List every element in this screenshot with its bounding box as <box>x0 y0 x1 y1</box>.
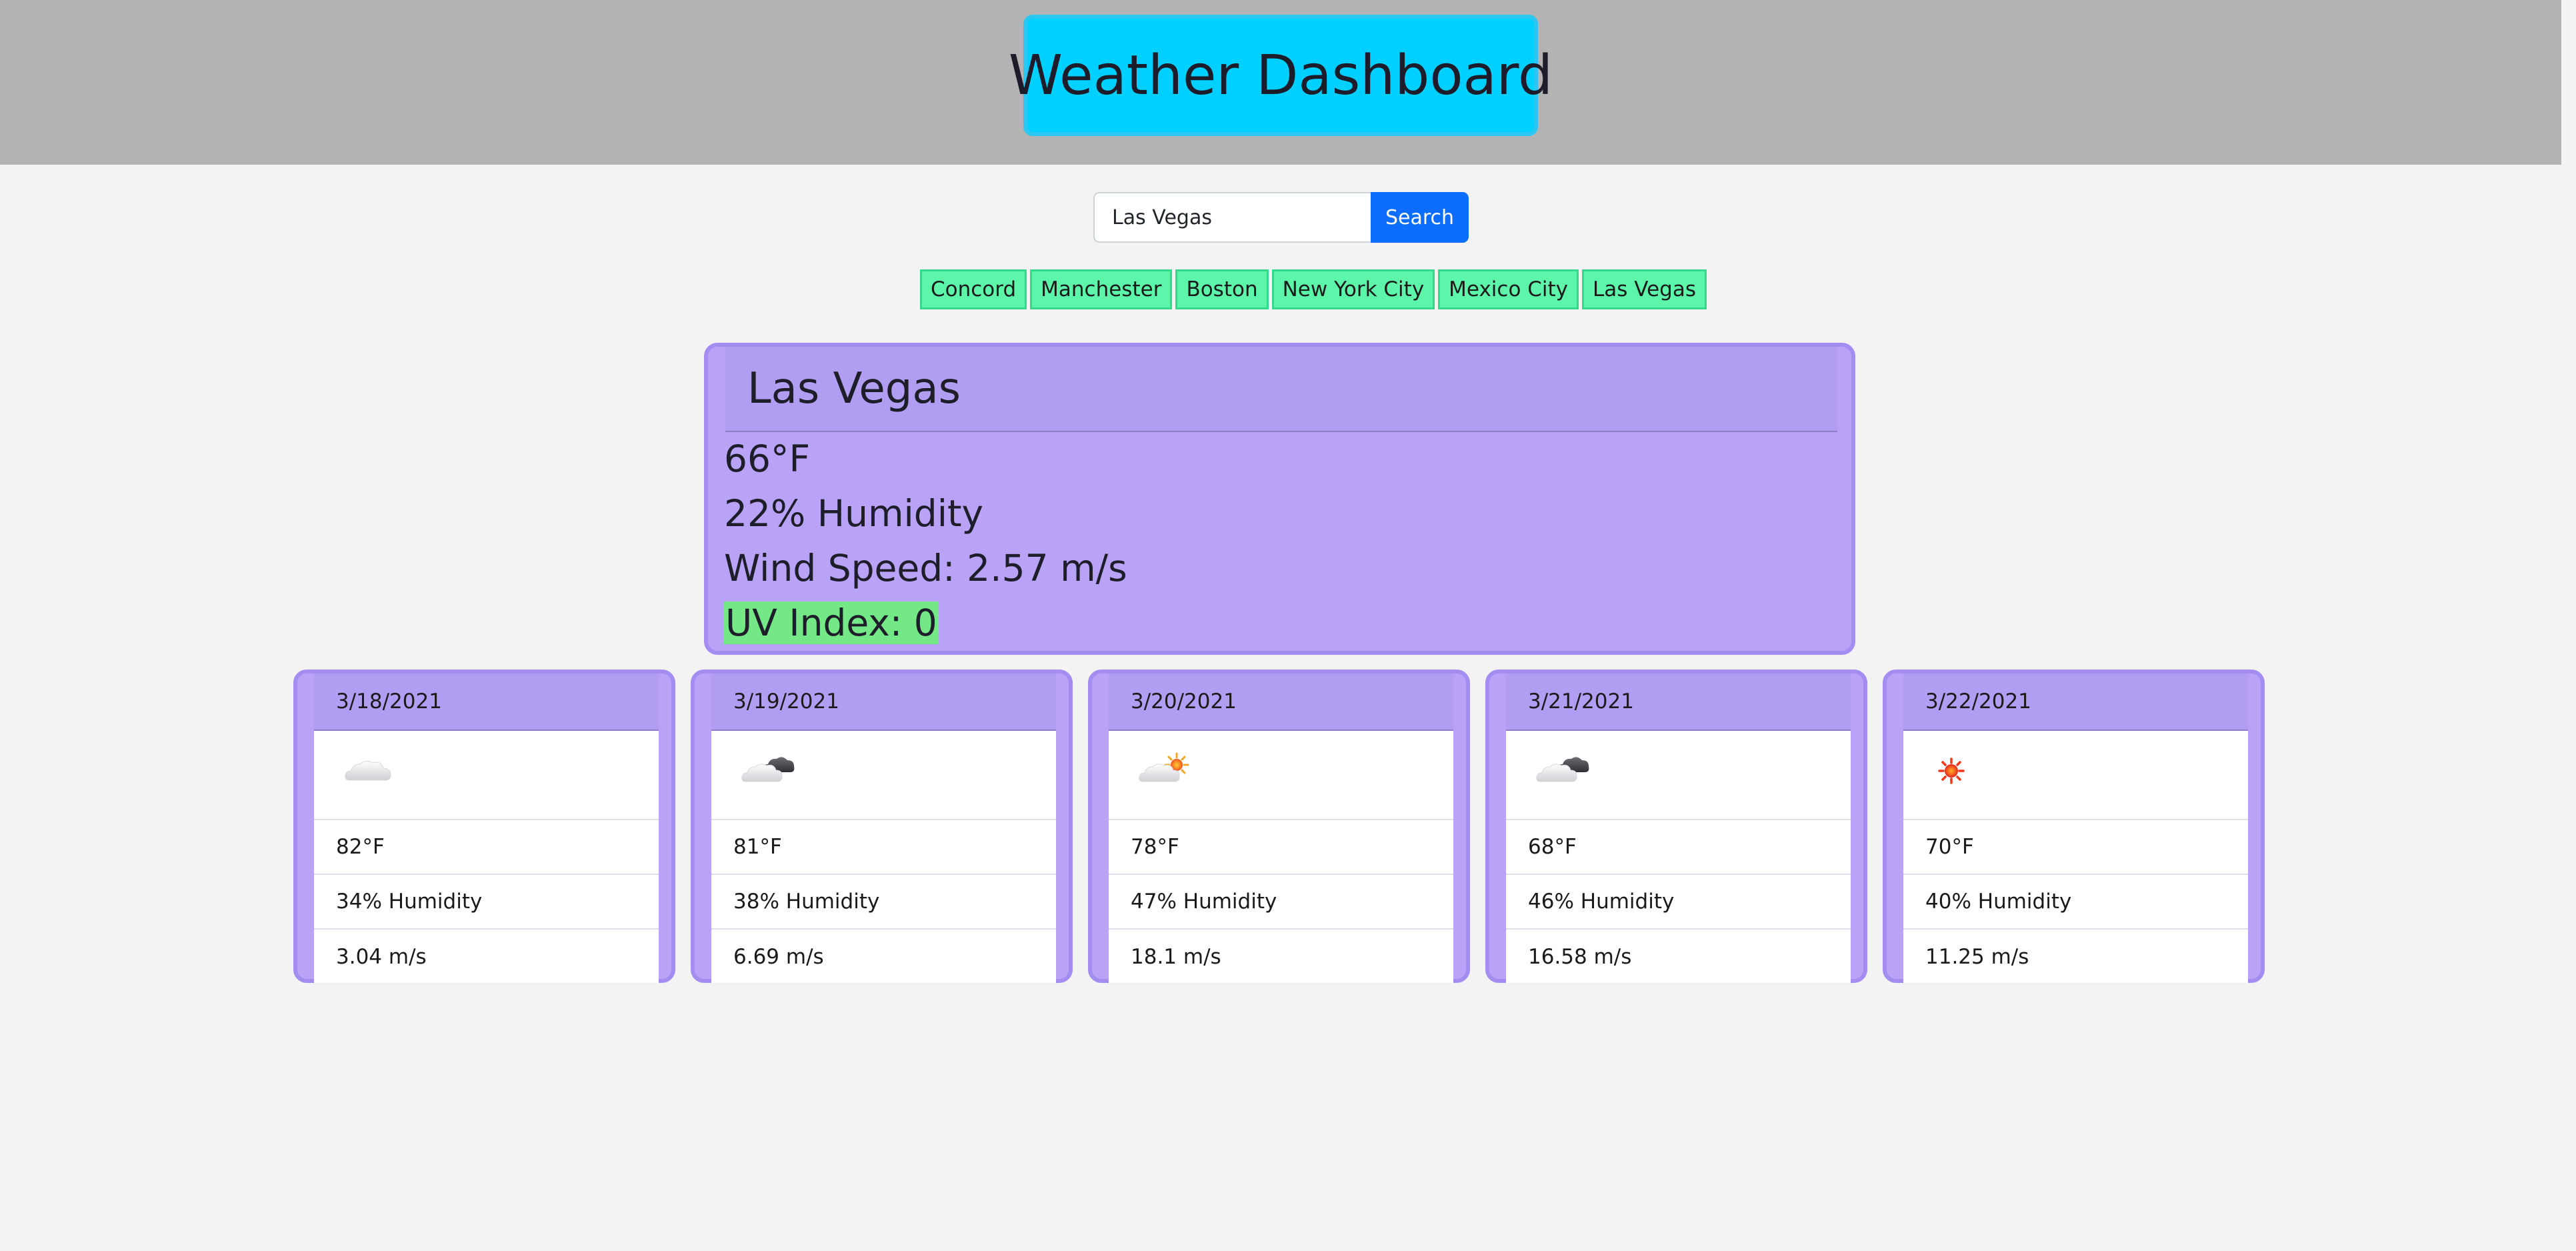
uv-index-badge: UV Index: 0 <box>724 601 939 644</box>
broken-clouds-icon <box>741 757 795 782</box>
forecast-humidity: 46% Humidity <box>1506 875 1851 930</box>
forecast-icon-row <box>711 731 1056 820</box>
forecast-humidity: 47% Humidity <box>1109 875 1453 930</box>
forecast-date: 3/19/2021 <box>711 674 1056 731</box>
search-form: Search <box>1093 192 1469 243</box>
broken-clouds-icon <box>1536 757 1589 782</box>
forecast-details: 68°F 46% Humidity 16.58 m/s <box>1506 731 1851 983</box>
cloud-icon <box>345 760 391 781</box>
forecast-temperature: 68°F <box>1506 820 1851 875</box>
city-search-input[interactable] <box>1093 192 1371 243</box>
current-uv-line: UV Index: 0 <box>724 599 939 647</box>
history-item-boston[interactable]: Boston <box>1175 269 1269 309</box>
forecast-icon-row <box>314 731 659 820</box>
forecast-wind: 18.1 m/s <box>1131 945 1221 969</box>
current-humidity: 22% Humidity <box>724 492 984 535</box>
forecast-humidity: 34% Humidity <box>314 875 659 930</box>
forecast-date: 3/18/2021 <box>314 674 659 731</box>
history-item-las-vegas[interactable]: Las Vegas <box>1582 269 1707 309</box>
sun-icon <box>1938 758 1965 784</box>
page-header: Weather Dashboard <box>0 0 2561 165</box>
forecast-card: 3/18/2021 82°F 34% Humidity 3.04 m/s <box>293 670 675 983</box>
current-weather-card: Las Vegas 66°F 22% Humidity Wind Speed: … <box>704 343 1855 655</box>
forecast-details: 70°F 40% Humidity 11.25 m/s <box>1903 731 2248 983</box>
forecast-icon-row <box>1903 731 2248 820</box>
partly-cloudy-icon <box>1139 752 1189 782</box>
forecast-humidity: 40% Humidity <box>1903 875 2248 930</box>
title-box: Weather Dashboard <box>1009 15 1553 136</box>
forecast-temperature: 78°F <box>1109 820 1453 875</box>
forecast-icon-row <box>1109 731 1453 820</box>
forecast-wind: 11.25 m/s <box>1925 945 2029 969</box>
history-item-new-york-city[interactable]: New York City <box>1271 269 1435 309</box>
page-title: Weather Dashboard <box>1008 43 1553 107</box>
forecast-details: 82°F 34% Humidity 3.04 m/s <box>314 731 659 983</box>
forecast-date: 3/21/2021 <box>1506 674 1851 731</box>
forecast-details: 81°F 38% Humidity 6.69 m/s <box>711 731 1056 983</box>
forecast-wind: 3.04 m/s <box>336 945 427 969</box>
forecast-card: 3/20/2021 78°F 47% Humidity 18.1 m/s <box>1088 670 1470 983</box>
search-button[interactable]: Search <box>1371 192 1469 243</box>
current-weather-header: Las Vegas <box>725 347 1837 432</box>
forecast-temperature: 82°F <box>314 820 659 875</box>
current-city-name: Las Vegas <box>747 364 961 413</box>
search-history: Concord Manchester Boston New York City … <box>920 269 1707 309</box>
forecast-wind: 16.58 m/s <box>1528 945 1632 969</box>
forecast-wind: 6.69 m/s <box>733 945 824 969</box>
forecast-card: 3/21/2021 68°F 46% Humidity 16.58 m/s <box>1485 670 1867 983</box>
forecast-humidity: 38% Humidity <box>711 875 1056 930</box>
forecast-temperature: 70°F <box>1903 820 2248 875</box>
current-wind-speed: Wind Speed: 2.57 m/s <box>724 547 1127 589</box>
history-item-mexico-city[interactable]: Mexico City <box>1438 269 1579 309</box>
forecast-details: 78°F 47% Humidity 18.1 m/s <box>1109 731 1453 983</box>
forecast-temperature: 81°F <box>711 820 1056 875</box>
forecast-card: 3/19/2021 81°F 38% Humidity 6.69 m/s <box>691 670 1073 983</box>
forecast-date: 3/22/2021 <box>1903 674 2248 731</box>
forecast-card: 3/22/2021 70°F 40% Humidity 11.25 m/s <box>1883 670 2265 983</box>
forecast-icon-row <box>1506 731 1851 820</box>
history-item-manchester[interactable]: Manchester <box>1030 269 1173 309</box>
history-item-concord[interactable]: Concord <box>920 269 1027 309</box>
current-temperature: 66°F <box>724 437 811 480</box>
forecast-date: 3/20/2021 <box>1109 674 1453 731</box>
